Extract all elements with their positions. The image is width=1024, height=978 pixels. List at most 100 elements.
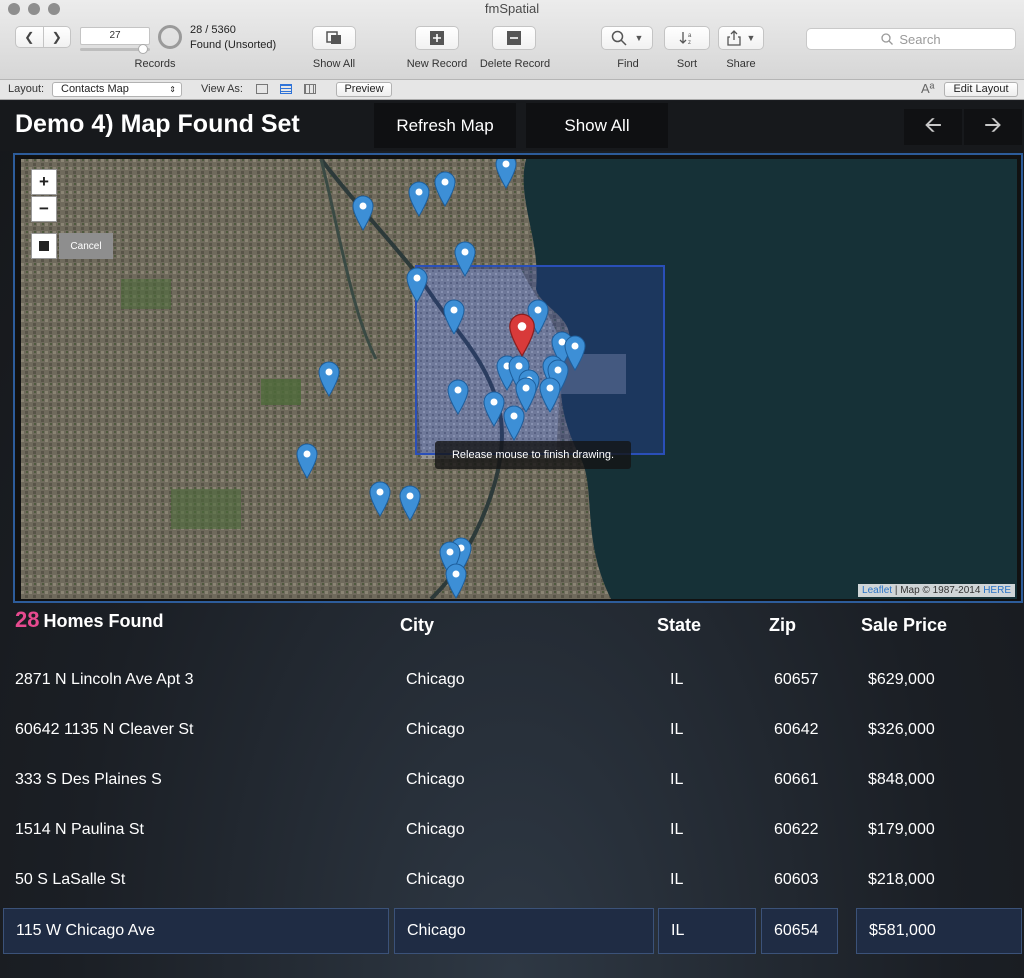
here-link[interactable]: HERE <box>983 585 1011 596</box>
share-icon <box>726 30 741 46</box>
edit-layout-button[interactable]: Edit Layout <box>944 82 1018 97</box>
arrow-right-icon[interactable]: 🡪 <box>964 109 1022 145</box>
map[interactable]: + − Cancel Release mouse to finish drawi… <box>21 159 1017 599</box>
map-marker-icon[interactable] <box>318 361 340 397</box>
next-record-icon[interactable]: ❯ <box>44 27 71 47</box>
found-set-pie-icon <box>158 25 182 49</box>
cancel-draw-button[interactable]: Cancel <box>59 233 113 259</box>
arrow-left-icon[interactable]: 🡨 <box>904 109 962 145</box>
map-marker-icon[interactable] <box>503 405 525 441</box>
record-nav: ❮ ❯ <box>15 26 71 48</box>
zip-cell: 60661 <box>774 771 819 788</box>
list-view-icon[interactable] <box>280 84 292 94</box>
record-number-field[interactable]: 27 <box>80 27 150 45</box>
find-button[interactable]: ▼ <box>601 26 653 50</box>
map-marker-icon[interactable] <box>369 481 391 517</box>
list-item[interactable]: 1514 N Paulina St Chicago IL 60622 $179,… <box>0 807 1024 853</box>
show-all-map-button[interactable]: Show All <box>526 103 668 148</box>
records-label: Records <box>134 58 176 70</box>
layout-select-value: Contacts Map <box>61 83 129 95</box>
record-slider-knob[interactable] <box>138 44 148 54</box>
show-all-icon <box>326 31 341 44</box>
view-as-label: View As: <box>201 83 243 95</box>
list-item-selected[interactable]: 115 W Chicago Ave Chicago IL 60654 $581,… <box>0 908 1024 954</box>
map-marker-icon[interactable] <box>483 391 505 427</box>
map-marker-icon[interactable] <box>408 181 430 217</box>
window-title: fmSpatial <box>484 1 540 16</box>
previous-record-icon[interactable]: ❮ <box>16 27 44 47</box>
map-marker-icon[interactable] <box>352 195 374 231</box>
map-marker-icon[interactable] <box>495 159 517 189</box>
city-cell: Chicago <box>406 671 465 688</box>
map-marker-icon[interactable] <box>447 379 469 415</box>
found-count: 28 / 5360 <box>190 24 236 36</box>
svg-text:z: z <box>688 40 691 46</box>
draw-rectangle-button[interactable] <box>31 233 57 259</box>
column-header-zip: Zip <box>769 615 796 635</box>
found-header: 28 Homes Found <box>15 607 163 633</box>
list-item[interactable]: 2871 N Lincoln Ave Apt 3 Chicago IL 6065… <box>0 657 1024 703</box>
zip-cell[interactable]: 60654 <box>761 908 838 954</box>
price-cell: $218,000 <box>868 871 935 888</box>
show-all-button[interactable] <box>312 26 356 50</box>
text-format-icon[interactable]: Aª <box>921 81 934 96</box>
price-cell[interactable]: $581,000 <box>856 908 1022 954</box>
map-marker-icon[interactable] <box>296 443 318 479</box>
search-placeholder: Search <box>899 31 941 47</box>
address-cell[interactable]: 115 W Chicago Ave <box>3 908 389 954</box>
attribution-text: | Map © 1987-2014 <box>892 585 984 596</box>
window-toolbar: fmSpatial ❮ ❯ 27 Records 28 / 5360 Found… <box>0 0 1024 80</box>
zoom-in-button[interactable]: + <box>31 169 57 195</box>
leaflet-link[interactable]: Leaflet <box>862 585 892 596</box>
minus-icon <box>507 31 521 45</box>
found-count-number: 28 <box>15 607 40 632</box>
list-item[interactable]: 50 S LaSalle St Chicago IL 60603 $218,00… <box>0 857 1024 903</box>
refresh-map-button[interactable]: Refresh Map <box>374 103 516 148</box>
list-item[interactable]: 60642 1135 N Cleaver St Chicago IL 60642… <box>0 707 1024 753</box>
map-marker-icon[interactable] <box>443 299 465 335</box>
search-input[interactable]: Search <box>806 28 1016 50</box>
layout-select[interactable]: Contacts Map ⇕ <box>52 82 182 97</box>
map-marker-icon[interactable] <box>445 563 467 599</box>
chevron-down-icon[interactable]: ▼ <box>635 33 644 43</box>
new-record-button[interactable] <box>415 26 459 50</box>
map-marker-icon[interactable] <box>406 267 428 303</box>
found-count-label: Homes Found <box>43 611 164 631</box>
rectangle-icon <box>39 241 49 251</box>
svg-text:a: a <box>688 33 692 39</box>
table-view-icon[interactable] <box>304 84 316 94</box>
state-cell: IL <box>670 821 684 838</box>
sort-label: Sort <box>676 58 698 70</box>
map-attribution: Leaflet | Map © 1987-2014 HERE <box>858 584 1015 597</box>
zip-cell: 60642 <box>774 721 819 738</box>
city-cell[interactable]: Chicago <box>394 908 654 954</box>
state-cell: IL <box>670 671 684 688</box>
selection-rectangle <box>415 265 665 455</box>
share-button[interactable]: ▼ <box>718 26 764 50</box>
sort-icon: az <box>679 32 692 46</box>
map-marker-icon[interactable] <box>399 485 421 521</box>
map-marker-icon[interactable] <box>434 171 456 207</box>
zip-cell: 60603 <box>774 871 819 888</box>
price-cell: $848,000 <box>868 771 935 788</box>
column-header-city: City <box>400 615 435 635</box>
form-view-icon[interactable] <box>256 84 268 94</box>
list-item[interactable]: 333 S Des Plaines S Chicago IL 60661 $84… <box>0 757 1024 803</box>
city-cell: Chicago <box>406 821 465 838</box>
state-cell[interactable]: IL <box>658 908 756 954</box>
delete-record-button[interactable] <box>492 26 536 50</box>
preview-button[interactable]: Preview <box>336 82 392 97</box>
search-icon <box>881 33 894 45</box>
layout-content: Demo 4) Map Found Set Refresh Map Show A… <box>0 101 1024 978</box>
found-state: Found (Unsorted) <box>190 39 277 51</box>
zoom-out-button[interactable]: − <box>31 196 57 222</box>
magnifier-icon <box>611 30 627 46</box>
header-bar: Demo 4) Map Found Set Refresh Map Show A… <box>0 101 1024 151</box>
sort-button[interactable]: az <box>664 26 710 50</box>
selected-map-marker-icon[interactable] <box>508 313 536 357</box>
city-cell: Chicago <box>406 721 465 738</box>
map-marker-icon[interactable] <box>539 377 561 413</box>
map-marker-icon[interactable] <box>454 241 476 277</box>
chevron-down-icon[interactable]: ▼ <box>747 33 756 43</box>
page-title: Demo 4) Map Found Set <box>15 110 300 138</box>
